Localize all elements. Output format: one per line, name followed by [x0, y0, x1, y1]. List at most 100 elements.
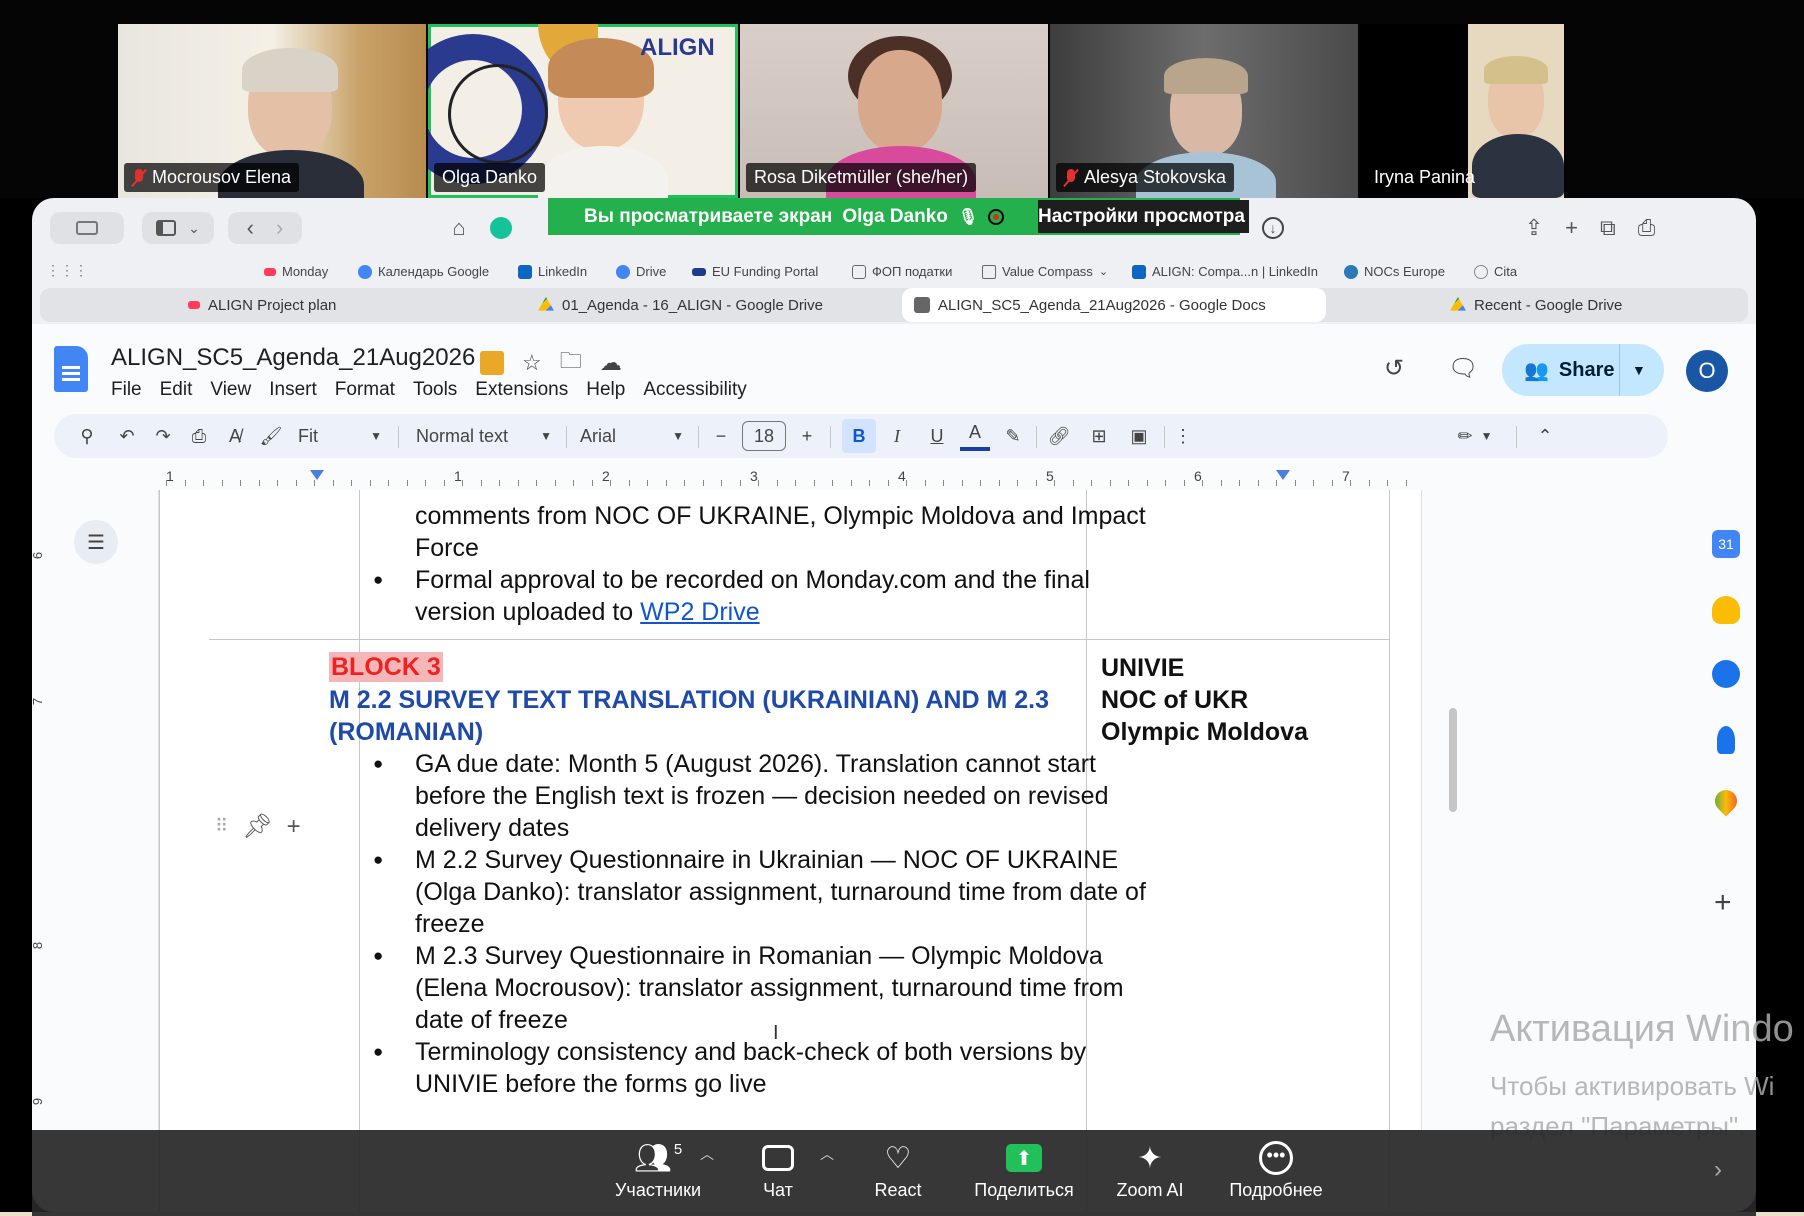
- star-icon[interactable]: ☆: [522, 350, 542, 376]
- forward-icon[interactable]: ›: [276, 215, 283, 241]
- chevron-right-icon[interactable]: ›: [1714, 1156, 1722, 1184]
- account-avatar[interactable]: O: [1686, 350, 1728, 392]
- zoom-select[interactable]: Fit ▼: [298, 414, 382, 458]
- spellcheck-icon[interactable]: A̸: [222, 414, 248, 458]
- maps-icon[interactable]: [1710, 785, 1742, 817]
- calendar-icon[interactable]: 31: [1712, 530, 1740, 558]
- editing-mode-icon[interactable]: ✏ ▼: [1450, 414, 1500, 458]
- collapse-toolbar-icon[interactable]: ⌃: [1532, 414, 1558, 458]
- menu-view[interactable]: View: [201, 379, 260, 401]
- new-tab-icon[interactable]: +: [1565, 215, 1578, 241]
- right-indent-marker[interactable]: [1276, 470, 1290, 480]
- share-screen-button[interactable]: ⬆ Поделиться: [964, 1136, 1084, 1201]
- style-select[interactable]: Normal text ▼: [416, 414, 552, 458]
- share-page-icon[interactable]: ⇪: [1525, 215, 1543, 241]
- menu-format[interactable]: Format: [326, 379, 404, 401]
- chevron-up-icon[interactable]: ︿: [820, 1144, 834, 1164]
- more-options-icon[interactable]: ⋮: [1170, 414, 1196, 458]
- bookmark-value-compass[interactable]: Value Compass ⌄: [982, 264, 1108, 279]
- comments-icon[interactable]: 🗨: [1448, 354, 1478, 383]
- redo-icon[interactable]: ↷: [150, 414, 176, 458]
- tasks-icon[interactable]: [1712, 660, 1740, 688]
- add-row-icon[interactable]: +: [287, 813, 301, 841]
- print-icon[interactable]: ⎙: [1638, 215, 1656, 241]
- pin-row-icon[interactable]: 📌︎: [242, 812, 272, 841]
- underline-icon[interactable]: U: [924, 414, 950, 458]
- add-comment-icon[interactable]: ⊞: [1084, 414, 1114, 458]
- print-icon[interactable]: ⎙: [186, 414, 212, 458]
- menu-file[interactable]: File: [111, 379, 151, 401]
- grammarly-button[interactable]: [486, 212, 516, 244]
- tab-recent-drive[interactable]: Recent - Google Drive: [1438, 288, 1634, 322]
- contacts-icon[interactable]: [1717, 726, 1735, 754]
- scrollbar-thumb[interactable]: [1449, 708, 1457, 812]
- menu-edit[interactable]: Edit: [151, 379, 202, 401]
- insert-image-icon[interactable]: ▣: [1124, 414, 1154, 458]
- participant-tile-active-speaker[interactable]: ALIGN Olga Danko: [428, 24, 738, 198]
- undo-icon[interactable]: ↶: [114, 414, 140, 458]
- tab-agenda-docs[interactable]: ALIGN_SC5_Agenda_21Aug2026 - Google Docs: [902, 288, 1326, 322]
- bookmark-nocs-europe[interactable]: NOCs Europe: [1344, 264, 1445, 279]
- participant-tile[interactable]: Mocrousov Elena: [118, 24, 426, 198]
- zoom-ai-button[interactable]: ✦ Zoom AI: [1090, 1136, 1210, 1201]
- indent-marker[interactable]: [310, 470, 324, 480]
- participant-tile[interactable]: Iryna Panina: [1360, 24, 1564, 198]
- menu-insert[interactable]: Insert: [260, 379, 326, 401]
- tab-align-project-plan[interactable]: ALIGN Project plan: [176, 288, 348, 322]
- paint-format-icon[interactable]: 🖌: [258, 414, 284, 458]
- apps-grid-icon[interactable]: ⋮⋮⋮: [46, 262, 88, 279]
- offline-icon[interactable]: [480, 351, 504, 375]
- share-button[interactable]: 👥 Share ▼: [1502, 344, 1664, 396]
- download-button[interactable]: ↓: [1258, 212, 1288, 244]
- highlight-icon[interactable]: ✎: [1000, 414, 1026, 458]
- sidebar-toggle[interactable]: ⌄: [142, 212, 214, 244]
- cloud-saved-icon[interactable]: ☁: [600, 350, 622, 376]
- bookmark-align-linkedin[interactable]: ALIGN: Compa...n | LinkedIn: [1132, 264, 1318, 279]
- bold-icon[interactable]: B: [842, 419, 876, 453]
- text-color-icon[interactable]: A: [960, 417, 990, 451]
- document-page[interactable]: comments from NOC OF UKRAINE, Olympic Mo…: [158, 490, 1457, 1212]
- docs-home-icon[interactable]: [54, 346, 88, 392]
- share-dropdown-icon[interactable]: ▼: [1620, 362, 1646, 378]
- participant-tile[interactable]: Rosa Diketmüller (she/her): [740, 24, 1048, 198]
- doc-title[interactable]: ALIGN_SC5_Agenda_21Aug2026: [111, 344, 475, 372]
- drag-handle-icon[interactable]: ⠿: [215, 816, 228, 837]
- view-settings-button[interactable]: Настройки просмотра: [1038, 200, 1249, 233]
- wp2-drive-link[interactable]: WP2 Drive: [640, 598, 759, 626]
- add-addon-icon[interactable]: +: [1714, 886, 1732, 920]
- bookmark-cita[interactable]: Cita: [1474, 264, 1517, 279]
- window-button[interactable]: [50, 212, 124, 244]
- tab-overview-icon[interactable]: ⧉: [1600, 215, 1616, 241]
- bookmark-monday[interactable]: Monday: [264, 264, 328, 279]
- font-select[interactable]: Arial ▼: [580, 414, 684, 458]
- menu-accessibility[interactable]: Accessibility: [634, 379, 755, 401]
- participants-button[interactable]: 👥︎ 5 Участники ︿: [598, 1136, 718, 1201]
- increase-font-size-icon[interactable]: +: [794, 414, 820, 458]
- bookmark-eu-funding[interactable]: EU Funding Portal: [692, 264, 818, 279]
- font-size-input[interactable]: 18: [742, 421, 786, 451]
- document-outline-button[interactable]: ☰: [74, 520, 118, 564]
- move-folder-icon[interactable]: 🗀: [560, 344, 582, 382]
- bookmark-drive[interactable]: Drive: [616, 264, 666, 279]
- bookmark-linkedin[interactable]: LinkedIn: [518, 264, 587, 279]
- tab-agenda-drive[interactable]: 01_Agenda - 16_ALIGN - Google Drive: [526, 288, 835, 322]
- home-button[interactable]: ⌂: [444, 212, 474, 244]
- menu-tools[interactable]: Tools: [404, 379, 466, 401]
- bookmark-fop[interactable]: ФОП податки: [852, 264, 952, 279]
- chat-button[interactable]: Чат ︿: [718, 1136, 838, 1201]
- italic-icon[interactable]: I: [884, 414, 910, 458]
- chevron-up-icon[interactable]: ︿: [700, 1144, 714, 1164]
- bookmark-calendar[interactable]: Календарь Google: [358, 264, 489, 279]
- decrease-font-size-icon[interactable]: −: [708, 414, 734, 458]
- participant-tile[interactable]: Alesya Stokovska: [1050, 24, 1358, 198]
- insert-link-icon[interactable]: 🔗︎: [1044, 414, 1074, 458]
- vruler-number: 9: [32, 1098, 45, 1105]
- version-history-icon[interactable]: ↺: [1384, 354, 1404, 383]
- back-icon[interactable]: ‹: [247, 215, 254, 241]
- menu-extensions[interactable]: Extensions: [466, 379, 577, 401]
- react-button[interactable]: ♡ React: [838, 1136, 958, 1201]
- keep-icon[interactable]: [1712, 596, 1740, 624]
- more-button[interactable]: ••• Подробнее: [1216, 1136, 1336, 1201]
- menu-help[interactable]: Help: [577, 379, 634, 401]
- search-menus-icon[interactable]: ⚲: [74, 414, 100, 458]
